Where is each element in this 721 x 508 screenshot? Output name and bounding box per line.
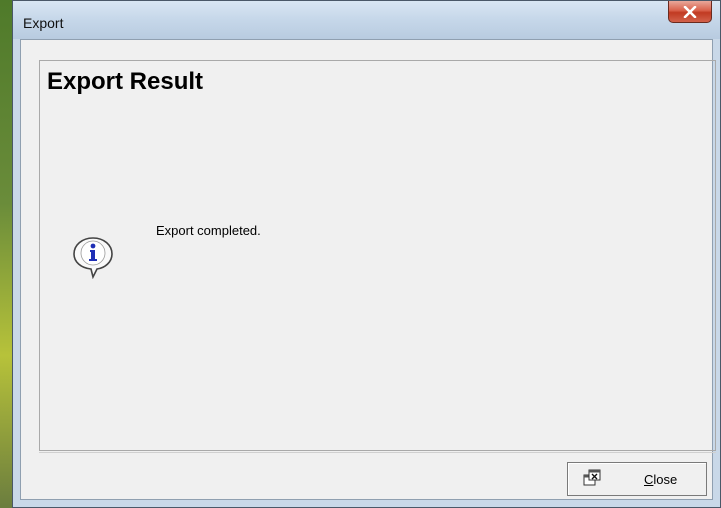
title-bar[interactable]: Export	[13, 1, 720, 39]
status-message: Export completed.	[156, 223, 261, 238]
window-title: Export	[23, 15, 64, 31]
group-title: Export Result	[47, 68, 204, 95]
background-strip	[0, 0, 12, 508]
window-close-button[interactable]	[668, 1, 712, 23]
close-label-rest: lose	[653, 472, 678, 487]
dialog-body: Export Result Export completed. Close	[20, 39, 716, 500]
info-balloon-icon	[73, 237, 113, 279]
close-x-icon	[683, 5, 697, 18]
window-close-icon	[583, 469, 601, 486]
close-button-label: Close	[644, 472, 677, 487]
close-button[interactable]: Close	[567, 462, 707, 496]
close-mnemonic: C	[644, 472, 654, 487]
export-dialog: Export Export Result Export completed. C…	[12, 0, 721, 508]
footer-divider	[39, 452, 716, 453]
export-result-group	[39, 60, 716, 451]
